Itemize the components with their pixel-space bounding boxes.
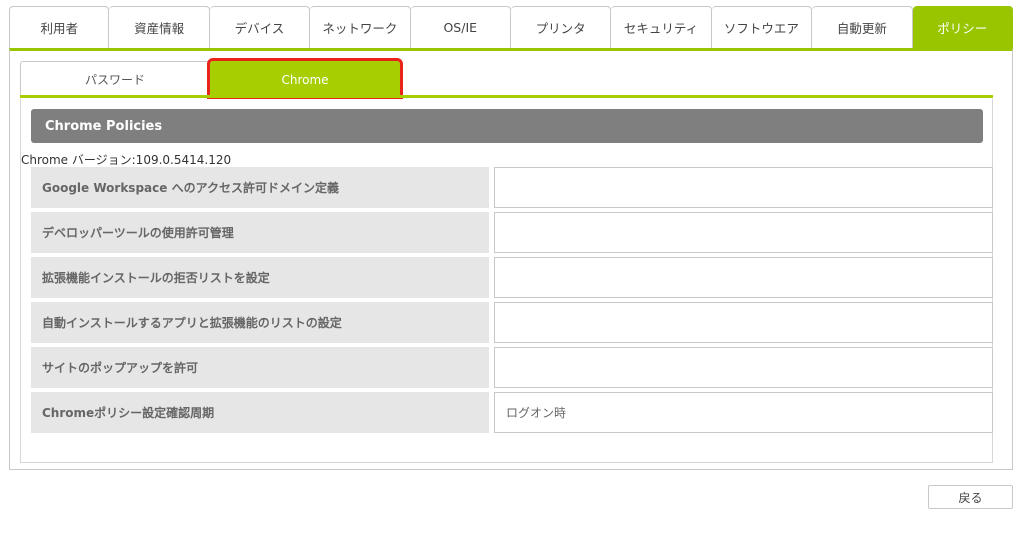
policy-label: 拡張機能インストールの拒否リストを設定 — [31, 257, 489, 298]
tab-asset-info[interactable]: 資産情報 — [109, 6, 210, 48]
policy-label: Google Workspace へのアクセス許可ドメイン定義 — [31, 167, 489, 208]
table-row: 拡張機能インストールの拒否リストを設定 — [31, 257, 993, 302]
section-header: Chrome Policies — [31, 109, 983, 143]
section-title: Chrome Policies — [45, 118, 163, 134]
chrome-version: Chrome バージョン:109.0.5414.120 — [21, 153, 232, 167]
policy-table: Google Workspace へのアクセス許可ドメイン定義 デベロッパーツー… — [31, 167, 993, 437]
policy-value: ログオン時 — [494, 392, 993, 433]
table-row: Google Workspace へのアクセス許可ドメイン定義 — [31, 167, 993, 212]
tab-printer[interactable]: プリンタ — [510, 6, 612, 48]
top-tab-bar: 利用者 資産情報 デバイス ネットワーク OS/IE プリンタ セキュリティ ソ… — [9, 6, 1013, 48]
policy-value — [494, 212, 993, 253]
tab-users[interactable]: 利用者 — [9, 6, 110, 48]
policy-value — [494, 257, 993, 298]
policy-panel: パスワード Chrome Chrome Policies Chrome バージョ… — [9, 48, 1013, 470]
policy-value — [494, 167, 993, 208]
chrome-policy-content: Chrome Policies Chrome バージョン:109.0.5414.… — [20, 99, 993, 463]
table-row: デベロッパーツールの使用許可管理 — [31, 212, 993, 257]
sub-tab-bar: パスワード Chrome — [20, 58, 403, 100]
policy-label: デベロッパーツールの使用許可管理 — [31, 212, 489, 253]
policy-value — [494, 347, 993, 388]
table-row: サイトのポップアップを許可 — [31, 347, 993, 392]
policy-label: 自動インストールするアプリと拡張機能のリストの設定 — [31, 302, 489, 343]
policy-value — [494, 302, 993, 343]
tab-software[interactable]: ソフトウエア — [711, 6, 813, 48]
tab-devices[interactable]: デバイス — [209, 6, 311, 48]
policy-label: Chromeポリシー設定確認周期 — [31, 392, 489, 433]
policy-label: サイトのポップアップを許可 — [31, 347, 489, 388]
table-row: 自動インストールするアプリと拡張機能のリストの設定 — [31, 302, 993, 347]
sub-tab-underline — [20, 95, 993, 98]
tab-network[interactable]: ネットワーク — [310, 6, 411, 48]
sub-tab-password[interactable]: パスワード — [20, 61, 210, 97]
tab-os-ie[interactable]: OS/IE — [410, 6, 511, 48]
tab-auto-update[interactable]: 自動更新 — [812, 6, 913, 48]
tab-policy[interactable]: ポリシー — [912, 6, 1013, 48]
tab-security[interactable]: セキュリティ — [611, 6, 712, 48]
back-button[interactable]: 戻る — [928, 485, 1013, 509]
sub-tab-chrome[interactable]: Chrome — [207, 58, 403, 100]
table-row: Chromeポリシー設定確認周期 ログオン時 — [31, 392, 993, 437]
